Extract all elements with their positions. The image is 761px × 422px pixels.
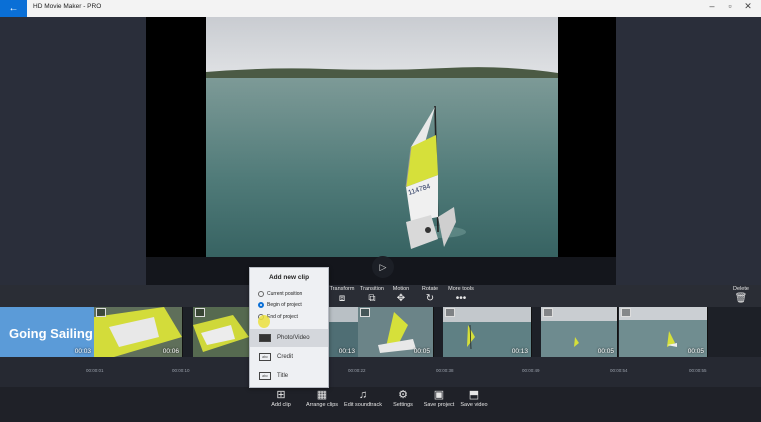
motion-icon: ✥: [396, 293, 406, 304]
radio-label: Begin of project: [267, 302, 302, 308]
video-preview[interactable]: 114784: [206, 17, 558, 285]
clip-duration: 00:03: [74, 348, 91, 355]
add-credit-item[interactable]: abc Credit: [250, 348, 328, 366]
close-icon: ✕: [744, 1, 752, 11]
video-clip-2[interactable]: [193, 307, 250, 357]
clip-type-icon: [195, 308, 205, 317]
arrange-clips-label: Arrange clips: [305, 402, 339, 408]
photo-video-icon: [259, 334, 271, 342]
time-tick: 00:00:55: [689, 368, 707, 373]
music-note-icon: ♫: [358, 389, 368, 401]
back-arrow-icon: ←: [8, 3, 19, 14]
gear-icon: ⚙: [398, 389, 408, 401]
video-clip-5[interactable]: 00:13: [443, 307, 532, 357]
clip-duration: 00:13: [338, 348, 355, 355]
more-tools-label: More tools: [448, 286, 474, 292]
credit-icon: abc: [259, 353, 271, 361]
trash-icon: 🗑: [734, 293, 748, 304]
save-project-button[interactable]: ▣ Save project: [421, 388, 457, 408]
floppy-disk-icon: ▣: [433, 389, 445, 401]
rotate-label: Rotate: [421, 286, 439, 292]
video-clip-6[interactable]: 00:05: [541, 307, 618, 357]
clip-type-icon: [360, 308, 370, 317]
more-tools[interactable]: More tools •••: [446, 285, 476, 304]
settings-label: Settings: [393, 402, 413, 408]
motion-tool[interactable]: Motion ✥: [389, 285, 413, 304]
save-video-button[interactable]: ⬒ Save video: [459, 388, 489, 408]
transition-tool[interactable]: Transition ⧉: [358, 285, 386, 304]
clip-duration: 00:05: [597, 348, 614, 355]
video-clip-4[interactable]: 00:05: [358, 307, 434, 357]
radio-label: End of project: [267, 314, 298, 320]
clip-type-icon: [543, 308, 553, 317]
radio-checked-icon: [258, 302, 264, 308]
preview-area: 114784: [0, 17, 761, 285]
minimize-icon: –: [709, 1, 715, 11]
arrange-clips-button[interactable]: ▦ Arrange clips: [303, 388, 341, 408]
save-video-icon: ⬒: [468, 389, 480, 401]
radio-current-position[interactable]: Current position: [258, 291, 302, 297]
edit-soundtrack-label: Edit soundtrack: [344, 402, 382, 408]
clip-type-icon: [96, 308, 106, 317]
add-photo-video-item[interactable]: Photo/Video: [250, 329, 328, 347]
time-tick: 00:00:38: [436, 368, 454, 373]
maximize-icon: ▫: [728, 1, 732, 11]
minimize-button[interactable]: –: [705, 1, 719, 11]
radio-unchecked-icon: [258, 291, 264, 297]
item-label: Photo/Video: [277, 335, 310, 341]
sailboat-video-frame: 114784: [206, 17, 558, 285]
transition-label: Transition: [360, 286, 384, 292]
add-title-item[interactable]: abc Title: [250, 367, 328, 385]
time-tick: 00:00:10: [172, 368, 190, 373]
delete-label: Delete: [733, 286, 749, 292]
arrange-grid-icon: ▦: [316, 389, 328, 401]
rotate-icon: ↻: [425, 293, 435, 304]
title-clip-text: Going Sailing: [9, 326, 93, 341]
transform-label: Transform: [329, 286, 355, 292]
clip-type-icon: [621, 308, 631, 317]
back-button[interactable]: ←: [0, 0, 27, 17]
add-clip-icon: ⊞: [276, 389, 286, 401]
motion-label: Motion: [392, 286, 410, 292]
transform-tool[interactable]: Transform ⧈: [328, 285, 356, 304]
save-video-label: Save video: [460, 402, 488, 408]
add-clip-label: Add clip: [271, 402, 291, 408]
clip-duration: 00:13: [511, 348, 528, 355]
play-button[interactable]: ▷: [372, 256, 394, 278]
delete-tool[interactable]: Delete 🗑: [728, 285, 754, 304]
clip-duration: 00:05: [413, 348, 430, 355]
time-tick: 00:00:54: [610, 368, 628, 373]
edit-soundtrack-button[interactable]: ♫ Edit soundtrack: [342, 388, 384, 408]
rotate-tool[interactable]: Rotate ↻: [418, 285, 442, 304]
maximize-button[interactable]: ▫: [723, 1, 737, 11]
close-button[interactable]: ✕: [741, 1, 755, 12]
time-ruler: [0, 357, 761, 387]
clip-duration: 00:05: [687, 348, 704, 355]
title-clip[interactable]: Going Sailing 00:03: [0, 307, 95, 357]
video-clip-3[interactable]: 00:13: [327, 307, 359, 357]
time-tick: 00:00:22: [348, 368, 366, 373]
transition-icon: ⧉: [368, 293, 376, 304]
settings-button[interactable]: ⚙ Settings: [390, 388, 416, 408]
more-dots-icon: •••: [455, 293, 467, 304]
popup-title: Add new clip: [268, 274, 310, 281]
time-tick: 00:00:01: [86, 368, 104, 373]
app-title: HD Movie Maker - PRO: [33, 3, 102, 10]
video-clip-1[interactable]: 00:06: [94, 307, 183, 357]
clip-type-icon: [445, 308, 455, 317]
play-icon: ▷: [379, 261, 387, 272]
title-icon: abc: [259, 372, 271, 380]
item-label: Credit: [277, 354, 294, 360]
add-clip-button[interactable]: ⊞ Add clip: [263, 388, 299, 408]
mouse-cursor-highlight: [258, 315, 270, 328]
time-tick: 00:00:49: [522, 368, 540, 373]
save-project-label: Save project: [423, 402, 455, 408]
radio-label: Current position: [267, 291, 303, 297]
clip-duration: 00:06: [162, 348, 179, 355]
transform-icon: ⧈: [338, 293, 346, 304]
title-bar: [0, 0, 761, 17]
video-clip-7[interactable]: 00:05: [619, 307, 708, 357]
radio-begin-of-project[interactable]: Begin of project: [258, 302, 302, 308]
item-label: Title: [277, 373, 289, 379]
